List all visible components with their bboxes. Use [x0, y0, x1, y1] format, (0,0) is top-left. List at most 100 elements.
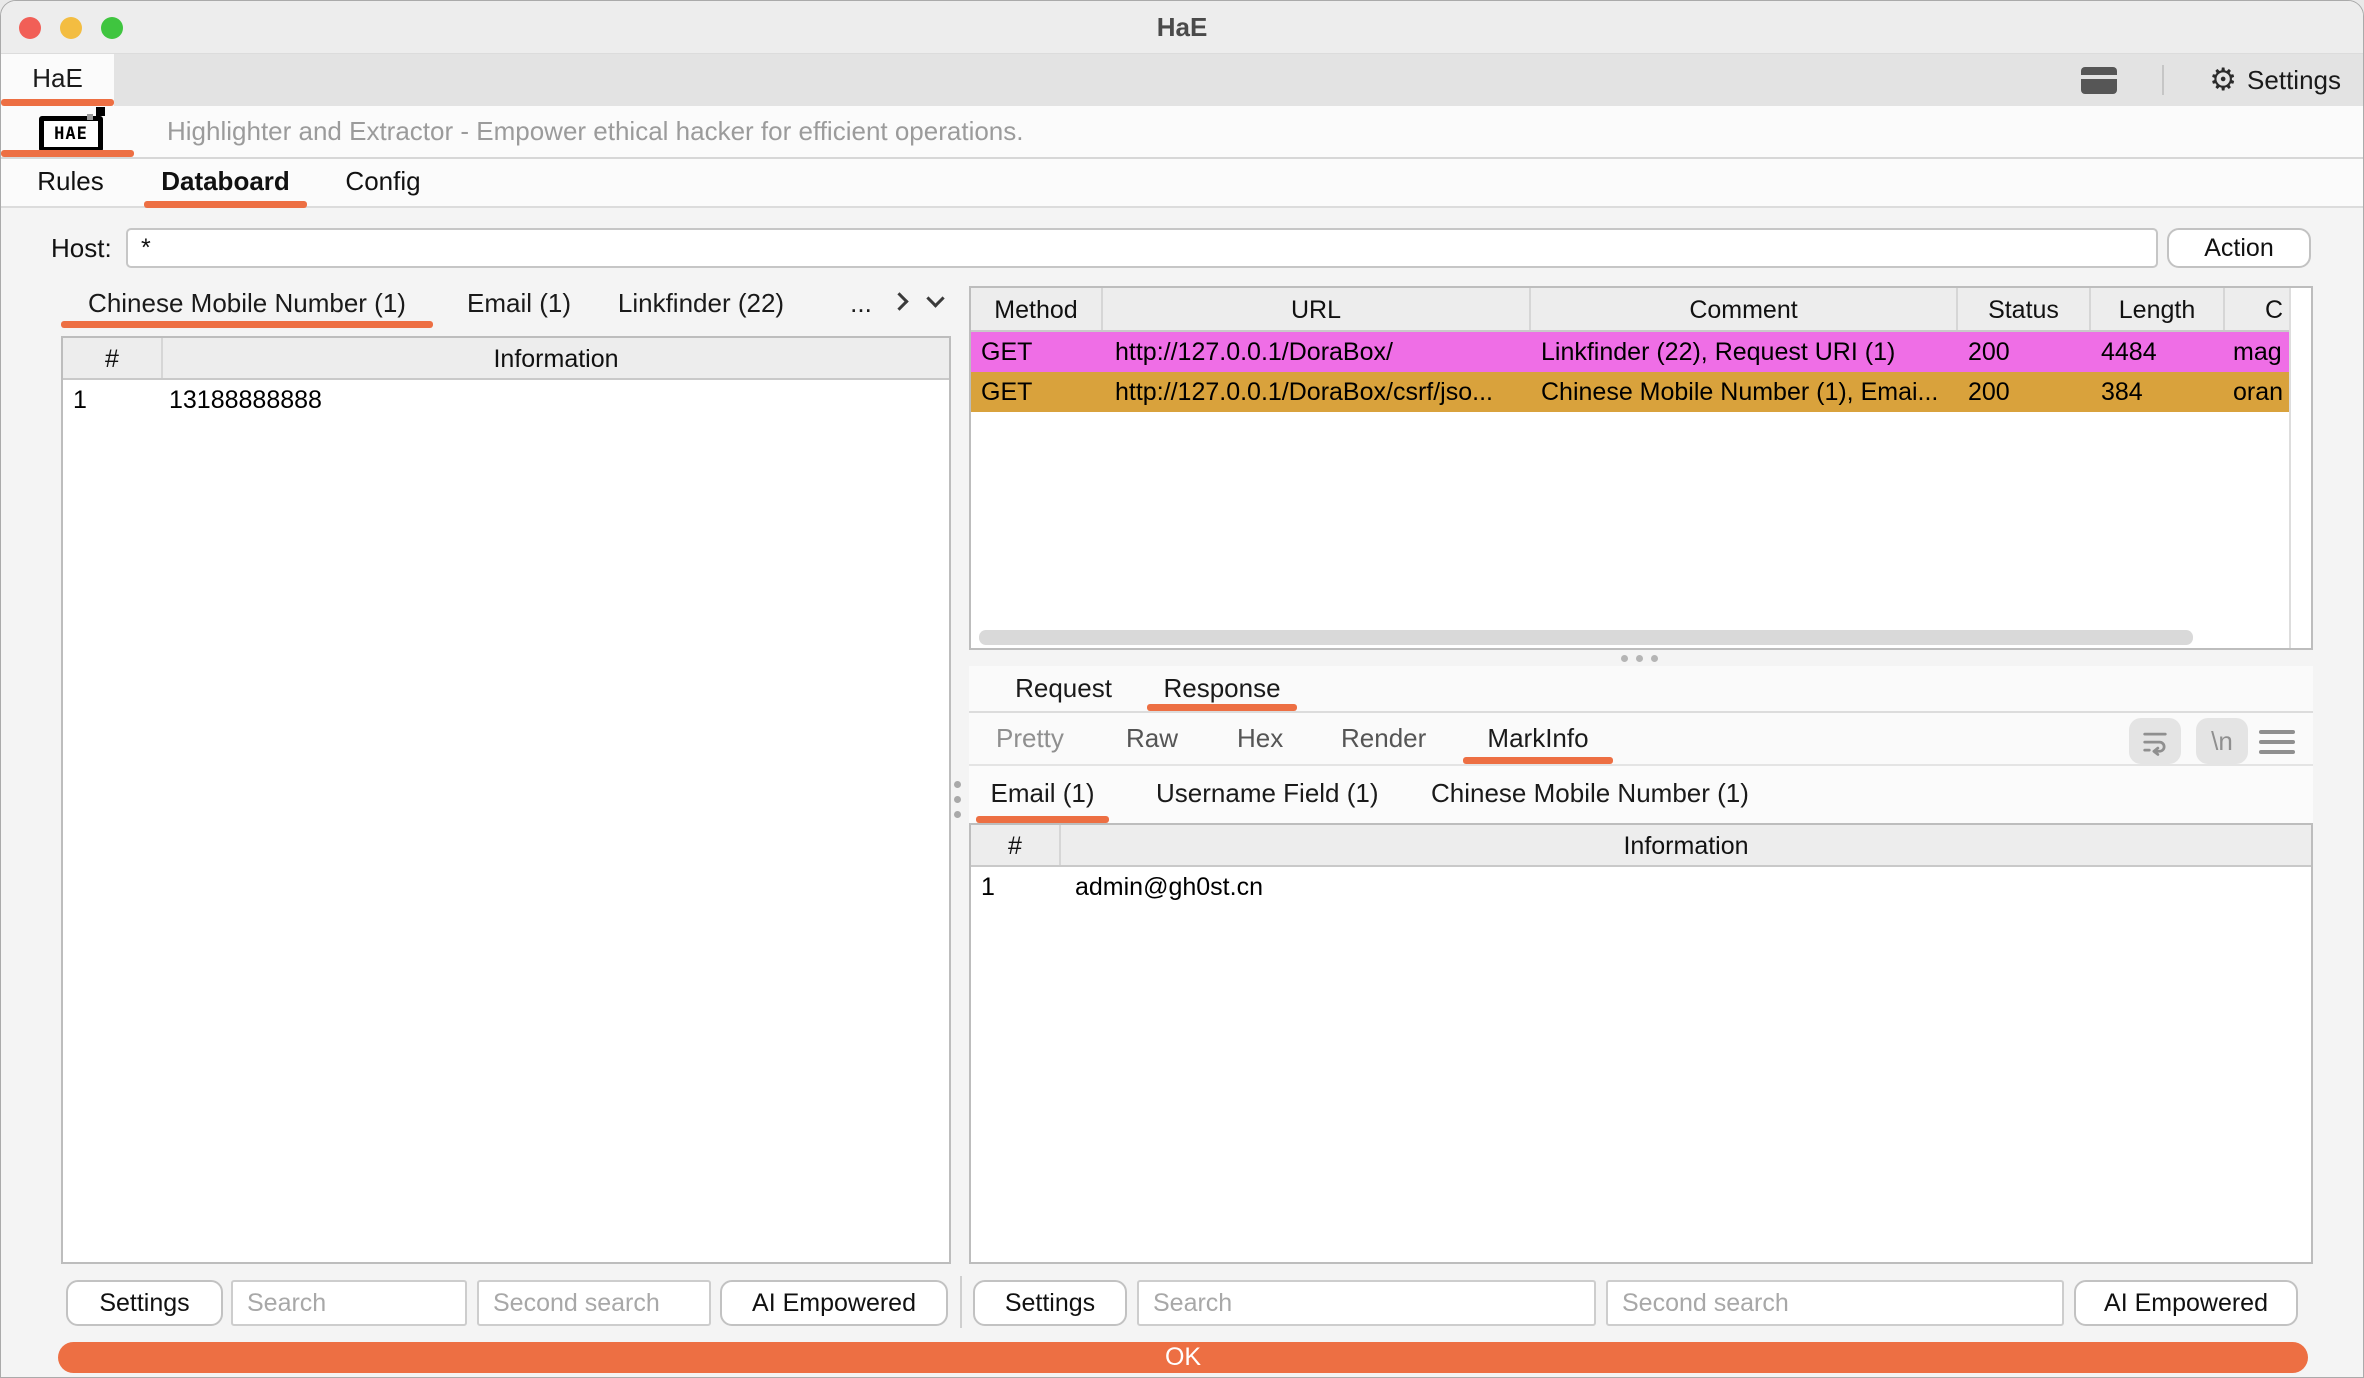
tab-hae-label: HaE	[32, 63, 83, 93]
vertical-scrollbar[interactable]	[2289, 288, 2311, 648]
app-window: HaE HaE ⚙ Settings HAE Highlighter and E…	[0, 0, 2364, 1378]
cell-url: http://127.0.0.1/DoraBox/csrf/jso...	[1103, 372, 1531, 412]
tab-chinese-mobile-number-label: Chinese Mobile Number (1)	[88, 288, 406, 318]
section-tab-bar: Rules Databoard Config	[1, 159, 2363, 208]
table-row[interactable]: 1 13188888888	[63, 380, 949, 420]
tab-request[interactable]: Request	[991, 666, 1136, 711]
footer-divider	[960, 1276, 962, 1328]
banner-subtitle: Highlighter and Extractor - Empower ethi…	[167, 106, 1024, 157]
right-settings-button[interactable]: Settings	[973, 1280, 1127, 1326]
viewer-menu-icon[interactable]	[2259, 724, 2295, 760]
left-second-search-input[interactable]	[477, 1280, 711, 1326]
hae-logo-icon: HAE	[39, 116, 103, 152]
banner-active-underline	[1, 150, 134, 157]
row-information: 13188888888	[163, 380, 949, 420]
left-ai-empowered-button[interactable]: AI Empowered	[720, 1280, 948, 1326]
request-row-1[interactable]: GET http://127.0.0.1/DoraBox/ Linkfinder…	[971, 332, 2311, 372]
tab-databoard[interactable]: Databoard	[144, 159, 307, 208]
cell-status: 200	[1958, 372, 2091, 412]
cell-url: http://127.0.0.1/DoraBox/	[1103, 332, 1531, 372]
column-header-method[interactable]: Method	[971, 288, 1103, 330]
right-ai-empowered-button[interactable]: AI Empowered	[2074, 1280, 2298, 1326]
main-tab-strip: HaE ⚙ Settings	[1, 54, 2363, 106]
right-second-search-input[interactable]	[1606, 1280, 2064, 1326]
right-search-input[interactable]	[1137, 1280, 1596, 1326]
row-num: 1	[63, 380, 163, 420]
tab-markinfo-email-label: Email (1)	[990, 778, 1094, 808]
row-num: 1	[971, 867, 1061, 907]
table-row[interactable]: 1 admin@gh0st.cn	[971, 867, 2311, 907]
left-search-input[interactable]	[231, 1280, 467, 1326]
cell-comment: Linkfinder (22), Request URI (1)	[1531, 332, 1958, 372]
extractor-active-underline	[61, 321, 433, 328]
layout-icon[interactable]	[2081, 67, 2117, 94]
column-header-url[interactable]: URL	[1103, 288, 1531, 330]
tab-linkfinder[interactable]: Linkfinder (22)	[606, 281, 796, 328]
tab-chinese-mobile-number[interactable]: Chinese Mobile Number (1)	[61, 281, 433, 328]
column-header-information[interactable]: Information	[163, 338, 949, 378]
tab-markinfo-chinese-mobile-number[interactable]: Chinese Mobile Number (1)	[1431, 766, 1744, 823]
column-header-num[interactable]: #	[971, 825, 1061, 865]
view-mode-tab-bar: Pretty Raw Hex Render MarkInfo \n	[969, 713, 2313, 766]
titlebar: HaE	[1, 1, 2363, 54]
markinfo-email-active-underline	[976, 816, 1109, 823]
tab-email[interactable]: Email (1)	[464, 281, 574, 328]
settings-button[interactable]: Settings	[2247, 65, 2341, 96]
tab-databoard-active-underline	[144, 201, 307, 208]
horizontal-scrollbar-thumb[interactable]	[979, 630, 2193, 645]
extractor-tab-bar: Chinese Mobile Number (1) Email (1) Link…	[61, 281, 951, 328]
tab-scroll-right-icon[interactable]	[893, 295, 906, 313]
column-header-status[interactable]: Status	[1958, 288, 2091, 330]
response-active-underline	[1147, 704, 1297, 711]
vertical-splitter-handle[interactable]	[954, 773, 961, 826]
toolbar-divider	[2162, 65, 2164, 95]
tab-overflow-ellipsis[interactable]: ...	[841, 281, 881, 328]
tab-hae[interactable]: HaE	[1, 54, 114, 106]
cell-method: GET	[971, 372, 1103, 412]
horizontal-splitter-handle[interactable]	[1617, 655, 1662, 662]
window-title: HaE	[1, 1, 2363, 54]
column-header-comment[interactable]: Comment	[1531, 288, 1958, 330]
tab-markinfo[interactable]: MarkInfo	[1463, 713, 1613, 764]
column-header-num[interactable]: #	[63, 338, 163, 378]
cell-length: 384	[2091, 372, 2225, 412]
ok-button[interactable]: OK	[58, 1342, 2308, 1373]
tab-databoard-label: Databoard	[161, 166, 290, 196]
host-input[interactable]	[126, 228, 2158, 268]
tab-render[interactable]: Render	[1341, 713, 1429, 764]
request-row-2[interactable]: GET http://127.0.0.1/DoraBox/csrf/jso...…	[971, 372, 2311, 412]
tab-markinfo-email[interactable]: Email (1)	[976, 766, 1109, 823]
tab-rules[interactable]: Rules	[13, 159, 128, 208]
tab-hae-active-underline	[1, 99, 114, 106]
left-settings-button[interactable]: Settings	[66, 1280, 223, 1326]
message-tab-bar: Request Response	[969, 666, 2313, 713]
cell-color: mag	[2225, 332, 2291, 372]
tab-response-label: Response	[1163, 673, 1280, 703]
action-button[interactable]: Action	[2167, 228, 2311, 268]
row-information: admin@gh0st.cn	[1061, 867, 2311, 907]
tab-config[interactable]: Config	[323, 159, 443, 208]
tab-hex[interactable]: Hex	[1237, 713, 1283, 764]
hae-logo-text: HAE	[54, 124, 88, 144]
tab-response[interactable]: Response	[1147, 666, 1297, 711]
tab-raw[interactable]: Raw	[1126, 713, 1176, 764]
requests-table: Method URL Comment Status Length C GET h…	[969, 286, 2313, 650]
tab-markinfo-label: MarkInfo	[1487, 723, 1588, 753]
cell-comment: Chinese Mobile Number (1), Emai...	[1531, 372, 1958, 412]
tab-list-dropdown-icon[interactable]	[929, 292, 942, 310]
host-label: Host:	[51, 228, 112, 268]
cell-status: 200	[1958, 332, 2091, 372]
newline-toggle-icon[interactable]: \n	[2196, 718, 2248, 764]
markinfo-active-underline	[1463, 757, 1613, 764]
tab-pretty[interactable]: Pretty	[996, 713, 1066, 764]
markinfo-result-table: # Information 1 admin@gh0st.cn	[969, 823, 2313, 1264]
word-wrap-toggle-icon[interactable]	[2129, 718, 2181, 764]
markinfo-tab-bar: Email (1) Username Field (1) Chinese Mob…	[969, 766, 2313, 823]
column-header-color[interactable]: C	[2225, 288, 2291, 330]
tab-markinfo-username-field[interactable]: Username Field (1)	[1156, 766, 1372, 823]
cell-length: 4484	[2091, 332, 2225, 372]
gear-icon[interactable]: ⚙	[2209, 62, 2237, 98]
cell-color: oran	[2225, 372, 2291, 412]
column-header-information[interactable]: Information	[1061, 825, 2311, 865]
column-header-length[interactable]: Length	[2091, 288, 2225, 330]
